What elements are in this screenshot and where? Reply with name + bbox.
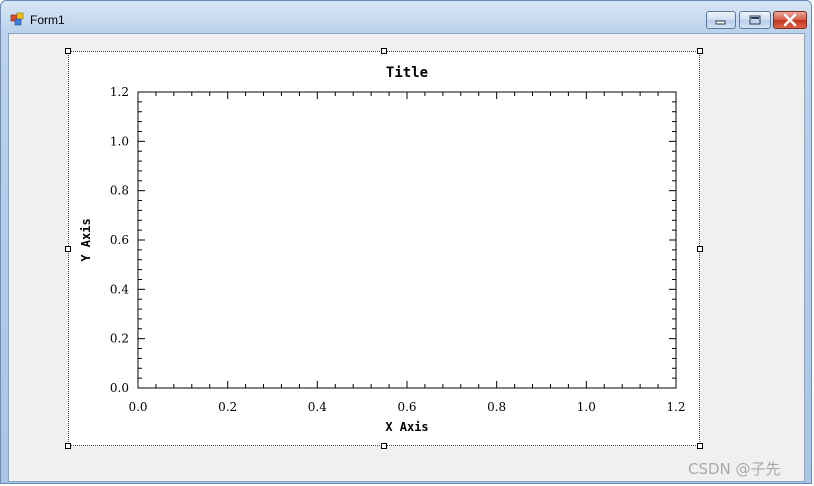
minimize-icon xyxy=(715,20,726,25)
resize-handle-bottom[interactable] xyxy=(381,443,387,449)
resize-handle-bottom-right[interactable] xyxy=(697,443,703,449)
plot-frame xyxy=(137,91,677,389)
y-tick-label: 1.0 xyxy=(110,134,129,148)
chart: Title X Axis Y Axis 0.0 0.2 0.4 0.6 0.8 1.0 1.… xyxy=(79,65,686,434)
y-axis-title: Y Axis xyxy=(79,218,93,261)
y-tick-label: 0.6 xyxy=(110,233,129,247)
plot-area: 0.0 0.2 0.4 0.6 0.8 1.0 1.2 0.0 0.2 0.4 0.6 0.8 1.0 1… xyxy=(110,85,686,414)
close-button[interactable] xyxy=(773,11,807,29)
maximize-icon xyxy=(749,15,761,25)
title-bar[interactable]: Form1 xyxy=(1,1,811,33)
y-tick-label: 1.2 xyxy=(110,85,129,99)
y-tick-label: 0.4 xyxy=(110,282,129,296)
y-tick-label: 0.8 xyxy=(110,184,129,198)
x-tick-label: 0.4 xyxy=(308,400,327,414)
x-tick-label: 0.0 xyxy=(128,400,147,414)
minimize-button[interactable] xyxy=(706,11,736,29)
resize-handle-top-left[interactable] xyxy=(65,48,71,54)
x-tick-label: 1.2 xyxy=(666,400,685,414)
y-tick-label: 0.0 xyxy=(110,381,129,395)
window-title: Form1 xyxy=(30,13,65,27)
maximize-button[interactable] xyxy=(739,11,771,29)
resize-handle-right[interactable] xyxy=(697,246,703,252)
x-axis-title: X Axis xyxy=(385,420,428,434)
watermark: CSDN @子先 xyxy=(688,460,781,478)
x-tick-label: 0.6 xyxy=(397,400,416,414)
app-form-icon[interactable] xyxy=(10,12,24,26)
x-tick-label: 1.0 xyxy=(577,400,596,414)
resize-handle-top[interactable] xyxy=(381,48,387,54)
resize-handle-top-right[interactable] xyxy=(697,48,703,54)
x-tick-label: 0.8 xyxy=(487,400,506,414)
resize-handle-left[interactable] xyxy=(65,246,71,252)
chart-title: Title xyxy=(386,65,428,81)
y-tick-label: 0.2 xyxy=(110,332,129,346)
close-icon xyxy=(783,13,797,27)
x-tick-label: 0.2 xyxy=(218,400,237,414)
chart-control[interactable]: Title X Axis Y Axis 0.0 0.2 0.4 0.6 0.8 1.0 1.… xyxy=(68,51,700,446)
resize-handle-bottom-left[interactable] xyxy=(65,443,71,449)
